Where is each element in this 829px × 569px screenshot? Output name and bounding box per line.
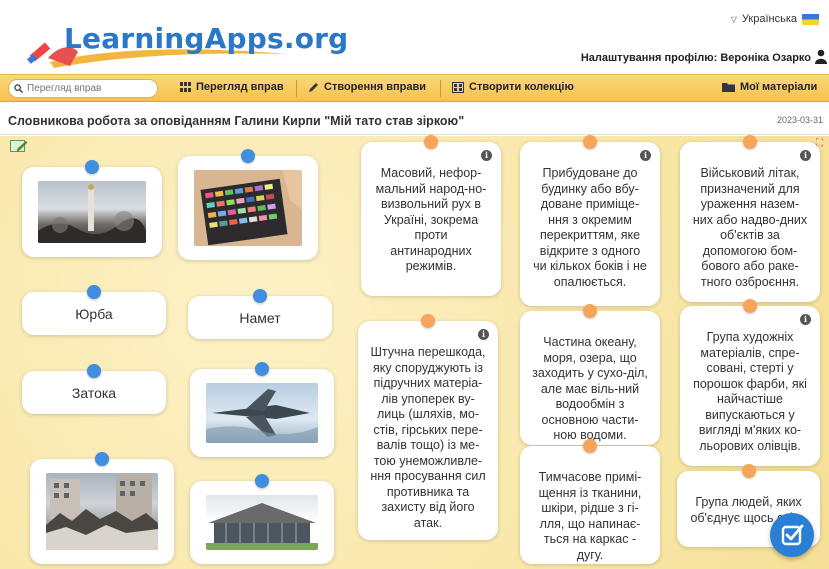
connector-pin[interactable] [743,135,757,149]
nav-divider [440,80,441,97]
info-icon[interactable]: i [800,314,811,325]
check-icon [781,524,804,546]
definition-text: Військовий літак, призначений для уражен… [692,166,808,289]
connector-pin[interactable] [87,285,101,299]
logo-text: LearningApps.org [64,22,349,55]
connector-pin[interactable] [87,364,101,378]
definition-text: Штучна перешкода, яку споруджують із під… [370,345,486,530]
definition-text: Частина океану, моря, озера, що заходить… [532,335,648,442]
nav-create-label: Створення вправи [324,81,427,93]
pencil-logo-icon [27,42,51,64]
info-icon[interactable]: i [478,329,489,340]
language-label: Українська [741,13,797,25]
definition-text: Прибудоване до будинку або вбу-доване пр… [533,166,647,289]
image-card[interactable] [178,149,318,260]
definition-card[interactable]: i Військовий літак, призначений для ураж… [680,135,820,302]
connector-pin[interactable] [743,299,757,313]
barricade-photo-icon [46,473,158,550]
definition-text: Група художніх матеріалів, спре-совані, … [693,330,807,453]
nav-create-exercise[interactable]: Створення вправи [308,81,426,93]
info-icon[interactable]: i [481,150,492,161]
caret-down-icon: ▽ [730,14,737,24]
nav-my-materials-label: Мої матеріали [740,81,818,93]
image-card[interactable] [22,160,162,257]
connector-pin[interactable] [583,304,597,318]
search-icon [14,84,23,93]
image-card[interactable] [190,362,334,457]
connector-pin[interactable] [255,474,269,488]
word-card-label: Затока [71,384,117,401]
connector-pin[interactable] [95,452,109,466]
definition-card[interactable]: i Прибудоване до будинку або вбу-доване … [520,135,660,306]
info-icon[interactable]: i [800,150,811,161]
definition-text: Масовий, нефор-мальний народ-но-визвольн… [375,166,487,273]
image-card[interactable] [190,474,334,564]
learningapps-page: LearningApps.org ▽ Українська Налаштуван… [0,0,829,569]
language-selector[interactable]: ▽ Українська [731,13,819,25]
folder-icon [722,83,735,92]
pencil-icon [309,82,318,92]
profile-settings-link[interactable]: Налаштування профілю: Вероніка Озарко [581,52,811,64]
connector-pin[interactable] [583,439,597,453]
word-card[interactable]: Намет [188,289,332,339]
definition-card[interactable]: i Група художніх матеріалів, спре-совані… [680,299,820,466]
definition-card[interactable]: i Штучна перешкода, яку споруджують із п… [358,314,498,540]
site-header: LearningApps.org ▽ Українська Налаштуван… [0,0,829,74]
connector-pin[interactable] [253,289,267,303]
connector-pin[interactable] [255,362,269,376]
connector-pin[interactable] [421,314,435,328]
edit-exercise-icon[interactable] [10,140,28,154]
definition-text: Тимчасове примі-щення із тканини, шкіри,… [538,470,642,562]
main-nav: Перегляд вправ Створення вправи Створити… [0,74,829,102]
exercise-titlebar: Словникова робота за оповіданням Галини … [0,103,829,135]
exercise-date: 2023-03-31 [776,115,823,125]
collection-icon [452,81,464,93]
nav-browse-exercises[interactable]: Перегляд вправ [180,81,284,93]
connector-pin[interactable] [85,160,99,174]
ukraine-flag-icon [802,13,819,25]
definition-card[interactable]: i Масовий, нефор-мальний народ-но-визвол… [361,135,501,296]
monument-square-photo-icon [38,181,146,243]
definition-card[interactable]: Тимчасове примі-щення із тканини, шкіри,… [520,439,660,564]
word-card-label: Намет [239,309,281,326]
word-card[interactable]: Юрба [22,285,166,335]
connector-pin[interactable] [741,464,756,478]
fighter-jet-photo-icon [206,383,318,443]
nav-divider [296,80,297,97]
nav-browse-label: Перегляд вправ [196,81,284,93]
pastels-photo-icon [194,170,302,246]
search-box[interactable] [8,79,158,98]
image-card[interactable] [30,452,174,564]
definition-card[interactable]: Частина океану, моря, озера, що заходить… [520,304,660,445]
info-icon[interactable]: i [640,150,651,161]
page-title: Словникова робота за оповіданням Галини … [8,114,465,128]
connector-pin[interactable] [583,135,597,149]
canopy-house-photo-icon [206,495,318,550]
word-card[interactable]: Затока [22,364,166,414]
check-answers-button[interactable] [770,513,814,557]
user-icon[interactable] [815,49,827,64]
nav-collection-label: Створити колекцію [469,81,574,93]
connector-pin[interactable] [241,149,255,163]
nav-create-collection[interactable]: Створити колекцію [452,81,574,93]
connector-pin[interactable] [424,135,438,149]
grid-icon [180,82,191,92]
word-card-label: Юрба [75,305,113,322]
search-input[interactable] [27,83,147,94]
site-logo[interactable]: LearningApps.org [18,8,348,74]
nav-my-materials[interactable]: Мої матеріали [722,81,817,93]
